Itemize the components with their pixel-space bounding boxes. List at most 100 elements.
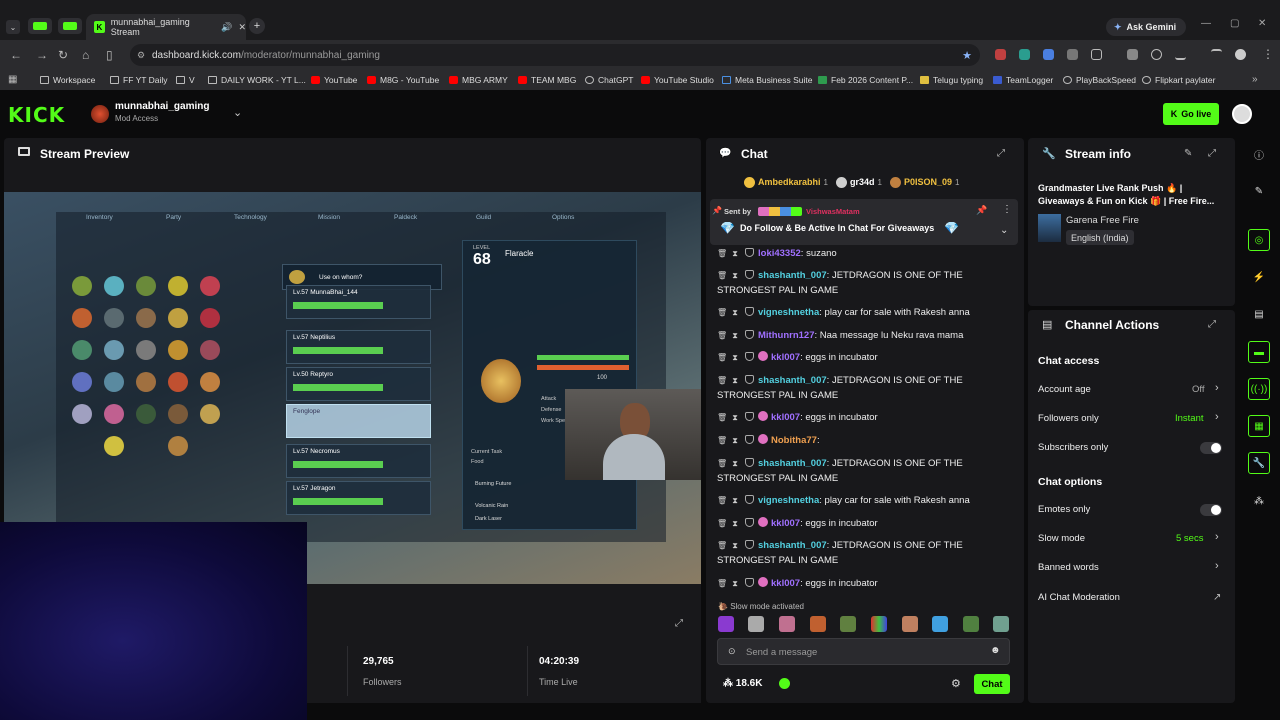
- bookmark-item[interactable]: YouTube: [311, 75, 357, 85]
- chevron-down-icon[interactable]: ⌄: [1000, 225, 1008, 236]
- chat-username[interactable]: kkl007: [771, 352, 800, 363]
- kick-circle-icon[interactable]: [779, 678, 790, 689]
- emote[interactable]: [993, 616, 1009, 632]
- bookmark-item[interactable]: DAILY WORK - YT L...: [208, 75, 306, 85]
- emote[interactable]: [902, 616, 918, 632]
- tab-search-button[interactable]: ⌄: [6, 20, 20, 34]
- expand-icon[interactable]: ⤢: [675, 618, 683, 629]
- unpin-icon[interactable]: 📌: [976, 205, 987, 216]
- edit-pencil-icon[interactable]: ✎: [1184, 148, 1192, 159]
- apps-grid-icon[interactable]: ▦: [8, 74, 17, 85]
- ask-gemini-button[interactable]: ✦ Ask Gemini: [1106, 18, 1186, 36]
- chat-message[interactable]: 🗑 ⧗ loki43352: suzano: [717, 246, 1007, 261]
- chat-icon[interactable]: ▬: [1248, 341, 1270, 363]
- bookmark-star-icon[interactable]: ★: [962, 49, 972, 62]
- bookmark-item[interactable]: Workspace: [40, 75, 95, 85]
- timeout-icon[interactable]: ⧗: [731, 328, 739, 343]
- go-live-button[interactable]: K Go live: [1163, 103, 1219, 125]
- chevron-right-icon[interactable]: ›: [1215, 531, 1219, 543]
- delete-icon[interactable]: 🗑: [717, 456, 727, 471]
- chat-message[interactable]: 🗑 ⧗ shashanth_007: JETDRAGON IS ONE OF THE…: [717, 456, 1007, 486]
- emote[interactable]: [871, 616, 887, 632]
- reload-icon[interactable]: ↻: [58, 48, 68, 62]
- timeout-icon[interactable]: ⧗: [731, 305, 739, 320]
- delete-icon[interactable]: 🗑: [717, 373, 727, 388]
- chat-message[interactable]: 🗑 ⧗ shashanth_007: JETDRAGON IS ONE OF THE…: [717, 268, 1007, 298]
- delete-icon[interactable]: 🗑: [717, 538, 727, 553]
- speaker-icon[interactable]: 🔊: [221, 22, 232, 33]
- bookmark-item[interactable]: PlayBackSpeed: [1063, 75, 1136, 85]
- minimize-icon[interactable]: —: [1201, 18, 1211, 29]
- game-category[interactable]: Garena Free Fire: [1066, 215, 1139, 226]
- timeout-icon[interactable]: ⧗: [731, 246, 739, 261]
- extensions-puzzle-icon[interactable]: [1091, 49, 1102, 60]
- share-icon[interactable]: ⁂: [1248, 490, 1270, 512]
- info-icon[interactable]: ⓘ: [1248, 143, 1270, 165]
- bookmark-item[interactable]: ChatGPT: [585, 75, 633, 85]
- tab-kick-stream[interactable]: K munnabhai_gaming Stream 🔊 ✕: [86, 14, 246, 40]
- chat-message[interactable]: 🗑 ⧗ kkl007: eggs in incubator: [717, 576, 1007, 591]
- pal-row[interactable]: Lv.57 Neptilius: [286, 330, 431, 364]
- chat-message[interactable]: 🗑 ⧗ kkl007: eggs in incubator: [717, 350, 1007, 365]
- send-chat-button[interactable]: Chat: [974, 674, 1010, 694]
- site-info-icon[interactable]: ⚙: [137, 50, 145, 61]
- chat-username[interactable]: shashanth_007: [758, 458, 827, 469]
- bookmark-item[interactable]: M8G - YouTube: [367, 75, 439, 85]
- profile-icon[interactable]: [1235, 49, 1246, 60]
- chevron-right-icon[interactable]: ›: [1215, 382, 1219, 394]
- leaderboard-item[interactable]: P0ISON_09 1: [889, 176, 959, 188]
- document-icon[interactable]: ▤: [1248, 303, 1270, 325]
- user-avatar[interactable]: [1232, 104, 1252, 124]
- delete-icon[interactable]: 🗑: [717, 328, 727, 343]
- game-thumbnail[interactable]: [1038, 214, 1061, 242]
- extension-icon-1[interactable]: [995, 49, 1006, 60]
- chat-username[interactable]: shashanth_007: [758, 375, 827, 386]
- browser-menu-icon[interactable]: ⋮: [1262, 47, 1274, 61]
- timeout-icon[interactable]: ⧗: [731, 433, 739, 448]
- chevron-right-icon[interactable]: ›: [1215, 411, 1219, 423]
- bookmark-item[interactable]: MBG ARMY: [449, 75, 508, 85]
- pal-row-selected[interactable]: Fenglope: [286, 404, 431, 438]
- delete-icon[interactable]: 🗑: [717, 516, 727, 531]
- pal-row[interactable]: Lv.50 Reptyro: [286, 367, 431, 401]
- timeout-icon[interactable]: ⧗: [731, 350, 739, 365]
- bookmark-item[interactable]: Flipkart paylater: [1142, 75, 1215, 85]
- leaderboard-item[interactable]: Ambedkarabhi 1: [744, 176, 828, 188]
- chat-username[interactable]: kkl007: [771, 412, 800, 423]
- delete-icon[interactable]: 🗑: [717, 493, 727, 508]
- extension-icon-4[interactable]: [1067, 49, 1078, 60]
- chat-message[interactable]: 🗑 ⧗ shashanth_007: JETDRAGON IS ONE OF THE…: [717, 373, 1007, 403]
- subscribers-only-toggle[interactable]: [1200, 442, 1222, 454]
- bookmark-item[interactable]: TeamLogger: [993, 75, 1053, 85]
- new-tab-button[interactable]: +: [249, 18, 265, 34]
- bookmark-item[interactable]: TEAM MBG: [518, 75, 576, 85]
- delete-icon[interactable]: 🗑: [717, 433, 727, 448]
- timeout-icon[interactable]: ⧗: [731, 516, 739, 531]
- chat-username[interactable]: vigneshnetha: [758, 495, 819, 506]
- forward-icon[interactable]: →: [36, 48, 48, 62]
- delete-icon[interactable]: 🗑: [717, 350, 727, 365]
- url-bar[interactable]: ⚙ dashboard.kick.com/moderator/munnabhai…: [130, 44, 980, 66]
- channel-name[interactable]: munnabhai_gaming: [115, 101, 209, 112]
- chat-settings-shield-icon[interactable]: ⊙: [728, 646, 736, 657]
- chat-username[interactable]: shashanth_007: [758, 270, 827, 281]
- chat-username[interactable]: shashanth_007: [758, 540, 827, 551]
- popout-info-icon[interactable]: ⤢: [1208, 148, 1216, 159]
- delete-icon[interactable]: 🗑: [717, 410, 727, 425]
- chat-message[interactable]: 🗑 ⧗ Nobitha77:: [717, 433, 1007, 448]
- chat-username[interactable]: kkl007: [771, 578, 800, 589]
- delete-icon[interactable]: 🗑: [717, 305, 727, 320]
- emotes-only-toggle[interactable]: [1200, 504, 1222, 516]
- kick-logo[interactable]: KICK: [8, 103, 65, 127]
- restore-icon[interactable]: ▢: [1230, 18, 1239, 29]
- chat-message[interactable]: 🗑 ⧗ shashanth_007: JETDRAGON IS ONE OF THE…: [717, 538, 1007, 568]
- emote[interactable]: [963, 616, 979, 632]
- banned-words-row[interactable]: Banned words: [1038, 562, 1226, 573]
- chat-username[interactable]: kkl007: [771, 518, 800, 529]
- bookmark-item[interactable]: FF YT Daily: [110, 75, 168, 85]
- extension-icon-3[interactable]: [1043, 49, 1054, 60]
- chat-input-box[interactable]: ⊙ ☻: [717, 638, 1010, 665]
- timeout-icon[interactable]: ⧗: [731, 493, 739, 508]
- close-window-icon[interactable]: ✕: [1258, 18, 1266, 29]
- extension-icon-2[interactable]: [1019, 49, 1030, 60]
